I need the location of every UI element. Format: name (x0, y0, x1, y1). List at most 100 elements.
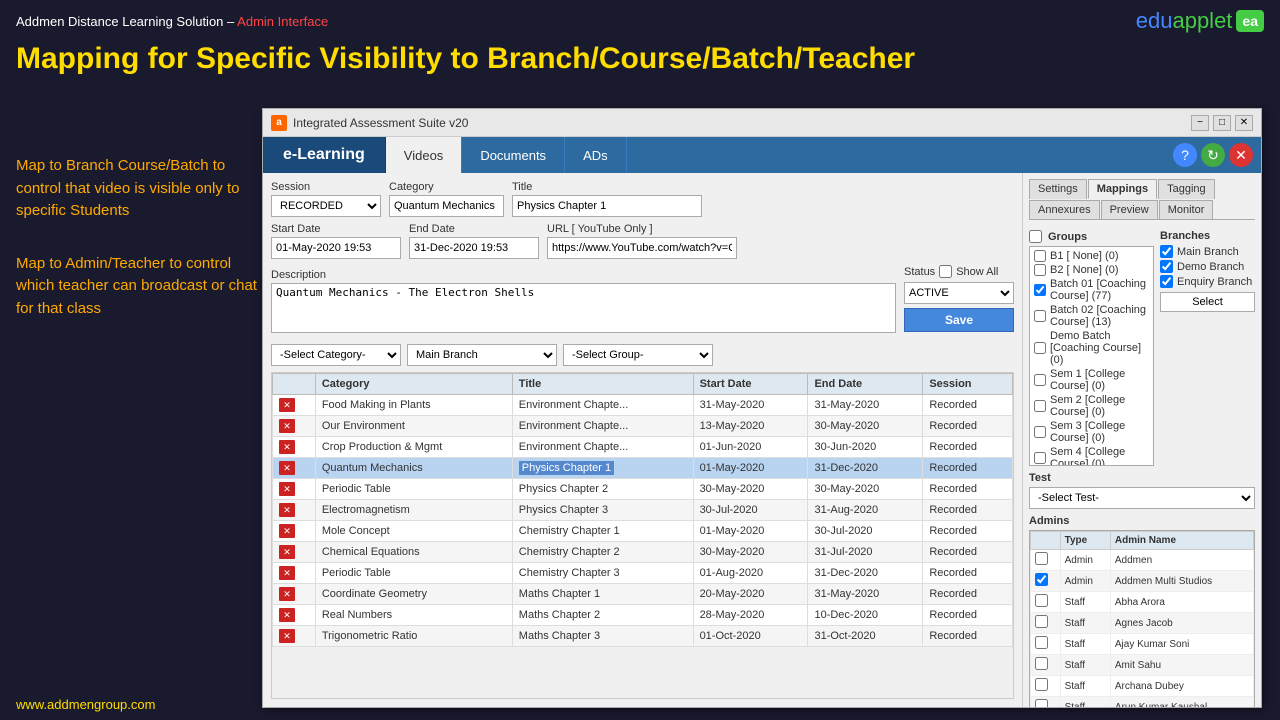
group-item[interactable]: B2 [ None] (0) (1032, 263, 1151, 277)
branch-checkbox[interactable] (1160, 260, 1173, 273)
group-item[interactable]: Sem 1 [College Course] (0) (1032, 367, 1151, 393)
close-button[interactable]: ✕ (1235, 115, 1253, 131)
admin-row[interactable]: Admin Addmen Multi Studios (1031, 571, 1254, 592)
group-checkbox[interactable] (1034, 284, 1046, 296)
group-checkbox[interactable] (1034, 342, 1046, 354)
table-row[interactable]: ✕ Crop Production & Mgmt Environment Cha… (273, 437, 1013, 458)
title-input[interactable] (512, 195, 702, 217)
group-item[interactable]: B1 [ None] (0) (1032, 249, 1151, 263)
row-delete-icon[interactable]: ✕ (279, 566, 295, 580)
test-select[interactable]: -Select Test- (1029, 487, 1255, 509)
status-select[interactable]: ACTIVE (904, 282, 1014, 304)
row-delete-icon[interactable]: ✕ (279, 545, 295, 559)
admin-row[interactable]: Staff Archana Dubey (1031, 676, 1254, 697)
category-input[interactable] (389, 195, 504, 217)
admin-checkbox[interactable] (1035, 573, 1048, 586)
start-date-input[interactable] (271, 237, 401, 259)
row-delete-icon[interactable]: ✕ (279, 608, 295, 622)
url-input[interactable] (547, 237, 737, 259)
admin-row[interactable]: Staff Ajay Kumar Soni (1031, 634, 1254, 655)
help-icon[interactable]: ? (1173, 143, 1197, 167)
row-delete-icon[interactable]: ✕ (279, 587, 295, 601)
sub-tab-mappings[interactable]: Mappings (1088, 179, 1157, 199)
tab-documents[interactable]: Documents (462, 137, 565, 173)
show-all-checkbox[interactable] (939, 265, 952, 278)
admin-checkbox[interactable] (1035, 594, 1048, 607)
branch-filter-select[interactable]: Main Branch (407, 344, 557, 366)
description-textarea[interactable] (271, 283, 896, 333)
group-checkbox[interactable] (1034, 264, 1046, 276)
group-checkbox[interactable] (1034, 452, 1046, 464)
group-label: Demo Batch [Coaching Course] (0) (1050, 330, 1149, 366)
sub-tab-preview[interactable]: Preview (1101, 200, 1158, 219)
table-row[interactable]: ✕ Periodic Table Physics Chapter 2 30-Ma… (273, 479, 1013, 500)
tab-ads[interactable]: ADs (565, 137, 627, 173)
refresh-icon[interactable]: ↻ (1201, 143, 1225, 167)
group-filter-select[interactable]: -Select Group- (563, 344, 713, 366)
table-row[interactable]: ✕ Chemical Equations Chemistry Chapter 2… (273, 542, 1013, 563)
tab-videos[interactable]: Videos (386, 137, 463, 173)
admin-row[interactable]: Staff Amit Sahu (1031, 655, 1254, 676)
table-row[interactable]: ✕ Food Making in Plants Environment Chap… (273, 395, 1013, 416)
group-item[interactable]: Batch 02 [Coaching Course] (13) (1032, 303, 1151, 329)
branch-checkbox[interactable] (1160, 275, 1173, 288)
maximize-button[interactable]: □ (1213, 115, 1231, 131)
table-row[interactable]: ✕ Periodic Table Chemistry Chapter 3 01-… (273, 563, 1013, 584)
group-item[interactable]: Sem 3 [College Course] (0) (1032, 419, 1151, 445)
close-nav-icon[interactable]: ✕ (1229, 143, 1253, 167)
save-button[interactable]: Save (904, 308, 1014, 332)
row-delete-icon[interactable]: ✕ (279, 524, 295, 538)
branch-item[interactable]: Enquiry Branch (1160, 275, 1255, 288)
admin-checkbox[interactable] (1035, 699, 1048, 707)
sub-tab-monitor[interactable]: Monitor (1159, 200, 1214, 219)
minimize-button[interactable]: − (1191, 115, 1209, 131)
group-item[interactable]: Sem 2 [College Course] (0) (1032, 393, 1151, 419)
sub-tab-tagging[interactable]: Tagging (1158, 179, 1215, 199)
branch-checkbox[interactable] (1160, 245, 1173, 258)
table-row[interactable]: ✕ Our Environment Environment Chapte... … (273, 416, 1013, 437)
group-checkbox[interactable] (1034, 250, 1046, 262)
session-select[interactable]: RECORDED (271, 195, 381, 217)
group-item[interactable]: Batch 01 [Coaching Course] (77) (1032, 277, 1151, 303)
end-date-input[interactable] (409, 237, 539, 259)
row-category: Periodic Table (315, 479, 512, 500)
group-item[interactable]: Demo Batch [Coaching Course] (0) (1032, 329, 1151, 367)
groups-checkbox[interactable] (1029, 230, 1042, 243)
admin-row[interactable]: Staff Arun Kumar Kaushal (1031, 697, 1254, 708)
row-icon-cell: ✕ (273, 626, 316, 647)
group-checkbox[interactable] (1034, 374, 1046, 386)
admin-checkbox[interactable] (1035, 678, 1048, 691)
admin-checkbox-cell (1031, 634, 1061, 655)
group-item[interactable]: Sem 4 [College Course] (0) (1032, 445, 1151, 466)
row-delete-icon[interactable]: ✕ (279, 629, 295, 643)
row-delete-icon[interactable]: ✕ (279, 461, 295, 475)
row-delete-icon[interactable]: ✕ (279, 398, 295, 412)
table-row[interactable]: ✕ Quantum Mechanics Physics Chapter 1 01… (273, 458, 1013, 479)
row-delete-icon[interactable]: ✕ (279, 503, 295, 517)
table-row[interactable]: ✕ Trigonometric Ratio Maths Chapter 3 01… (273, 626, 1013, 647)
nav-tabs: e-Learning Videos Documents ADs ? ↻ ✕ (263, 137, 1261, 173)
row-delete-icon[interactable]: ✕ (279, 440, 295, 454)
table-row[interactable]: ✕ Real Numbers Maths Chapter 2 28-May-20… (273, 605, 1013, 626)
category-filter-select[interactable]: -Select Category- (271, 344, 401, 366)
group-checkbox[interactable] (1034, 426, 1046, 438)
sub-tab-settings[interactable]: Settings (1029, 179, 1087, 199)
table-row[interactable]: ✕ Mole Concept Chemistry Chapter 1 01-Ma… (273, 521, 1013, 542)
admin-checkbox[interactable] (1035, 552, 1048, 565)
branch-item[interactable]: Main Branch (1160, 245, 1255, 258)
group-checkbox[interactable] (1034, 310, 1046, 322)
admin-checkbox[interactable] (1035, 657, 1048, 670)
branch-item[interactable]: Demo Branch (1160, 260, 1255, 273)
admin-row[interactable]: Staff Agnes Jacob (1031, 613, 1254, 634)
table-row[interactable]: ✕ Coordinate Geometry Maths Chapter 1 20… (273, 584, 1013, 605)
admin-row[interactable]: Admin Addmen (1031, 550, 1254, 571)
table-row[interactable]: ✕ Electromagnetism Physics Chapter 3 30-… (273, 500, 1013, 521)
sub-tab-annexures[interactable]: Annexures (1029, 200, 1100, 219)
select-button[interactable]: Select (1160, 292, 1255, 312)
admin-row[interactable]: Staff Abha Arora (1031, 592, 1254, 613)
row-delete-icon[interactable]: ✕ (279, 482, 295, 496)
admin-checkbox[interactable] (1035, 615, 1048, 628)
row-delete-icon[interactable]: ✕ (279, 419, 295, 433)
group-checkbox[interactable] (1034, 400, 1046, 412)
admin-checkbox[interactable] (1035, 636, 1048, 649)
